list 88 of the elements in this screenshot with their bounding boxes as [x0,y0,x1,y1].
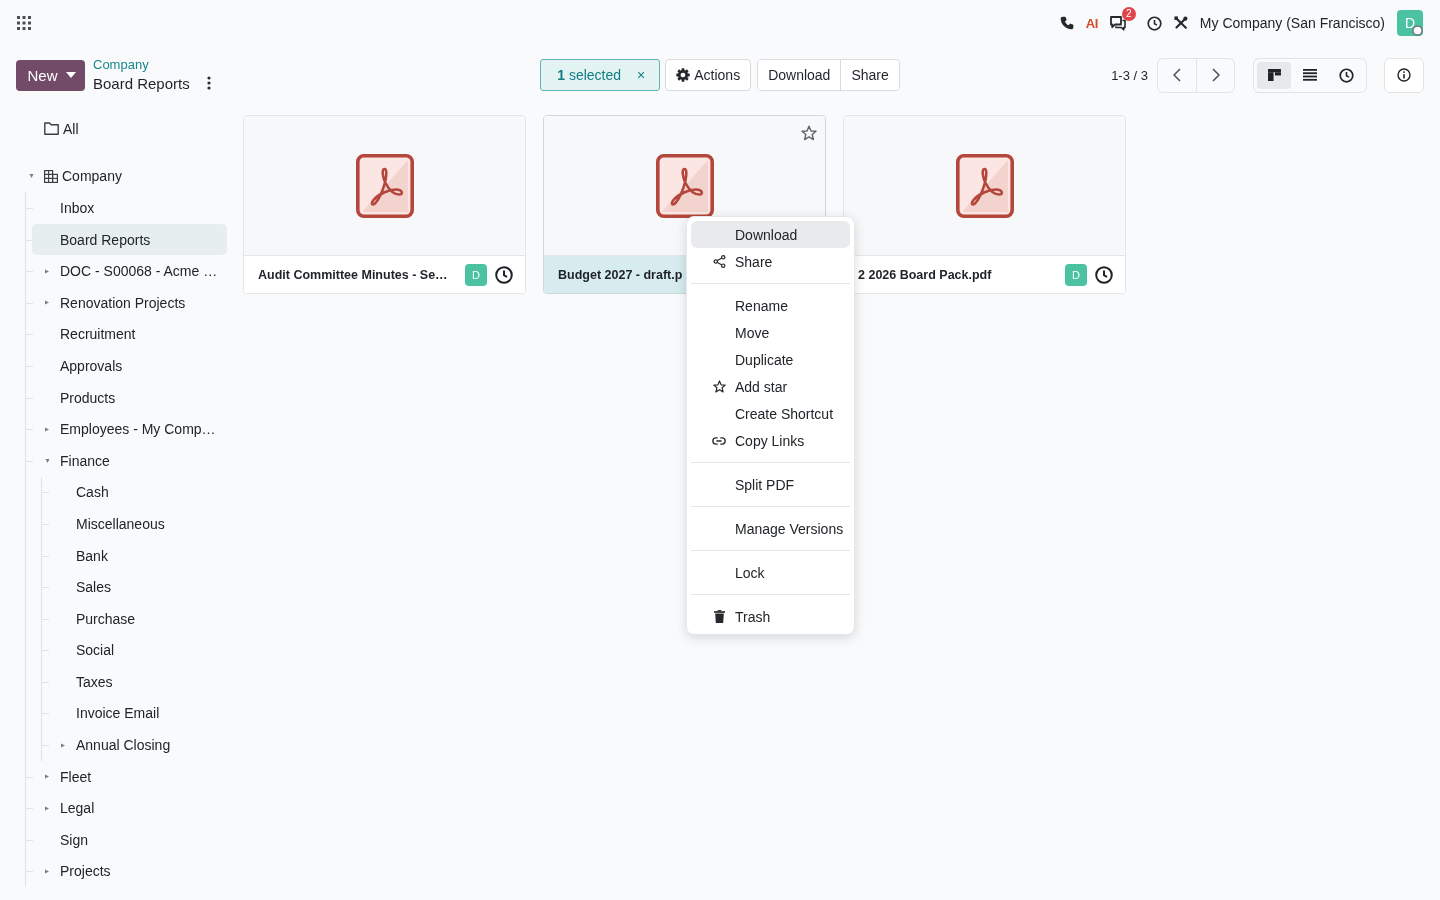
gear-icon [676,68,691,82]
share-icon [712,255,726,268]
caret-down-icon [65,72,76,78]
info-icon [1397,68,1411,82]
folder-item[interactable]: Products [32,381,227,414]
pager-value[interactable]: 1-3 / 3 [1111,67,1148,83]
caret-down-icon[interactable] [27,174,35,179]
menu-item[interactable]: Manage Versions [691,515,850,542]
breadcrumb-current: Board Reports [93,73,190,94]
menu-item[interactable]: Lock [691,559,850,586]
app-grid-icon[interactable] [17,16,31,30]
phone-icon[interactable] [1059,16,1074,30]
menu-item[interactable]: Rename [691,292,850,319]
folder-item[interactable]: Recruitment [32,318,227,351]
menu-item[interactable]: Move [691,319,850,346]
new-button[interactable]: New [16,59,85,91]
folder-item[interactable]: Taxes [48,666,227,698]
pdf-file-icon [655,153,714,218]
menu-item[interactable]: Split PDF [691,471,850,498]
link-icon [712,436,726,445]
folder-item[interactable]: Invoice Email [48,697,227,730]
caret-right-icon[interactable] [45,299,49,307]
caret-right-icon[interactable] [61,741,65,749]
caret-down-icon[interactable] [43,458,51,463]
clock-icon[interactable] [1095,265,1113,284]
company-switcher[interactable]: My Company (San Francisco) [1199,15,1385,31]
message-count-badge: 2 [1121,6,1136,21]
chat-icon[interactable] [1109,15,1126,31]
list-icon [1303,69,1317,81]
folder-item[interactable]: Finance [32,444,227,477]
trash-icon [713,610,725,623]
kebab-menu-icon[interactable] [206,76,211,90]
file-name: Audit Committee Minutes - Se… [258,267,448,282]
clear-selection-button[interactable]: × [631,67,652,83]
menu-item[interactable]: Trash [691,603,850,630]
kanban-icon [1267,69,1281,81]
menu-item[interactable]: Duplicate [691,346,850,373]
folder-item[interactable]: Bank [48,539,227,572]
folder-item[interactable]: Projects [32,855,227,888]
menu-item[interactable]: Copy Links [691,427,850,454]
chevron-left-icon [1173,68,1181,82]
chevron-right-icon [1211,68,1220,82]
info-button[interactable] [1384,57,1424,93]
file-name: 2 2026 Board Pack.pdf [858,267,992,282]
folder-item[interactable]: Employees - My Comp… [32,413,227,445]
folder-item[interactable]: Miscellaneous [48,508,227,540]
kanban-view-button[interactable] [1257,61,1291,89]
folder-item[interactable]: Fleet [32,760,227,793]
ai-label[interactable]: AI [1085,15,1098,31]
document-card[interactable]: 2 2026 Board Pack.pdf D [843,115,1126,294]
caret-right-icon[interactable] [45,425,49,433]
folder-item[interactable]: Social [48,634,227,667]
folder-item[interactable]: Legal [32,792,227,825]
menu-item[interactable]: Download [691,221,850,248]
star-outline-icon[interactable] [801,125,817,141]
building-icon [44,169,58,183]
clock-icon[interactable] [495,265,513,284]
caret-right-icon[interactable] [45,773,49,781]
folder-item[interactable]: Board Reports [32,223,227,256]
caret-right-icon[interactable] [45,867,49,875]
clock-icon[interactable] [1146,15,1162,31]
folder-item[interactable]: Approvals [32,350,227,382]
document-card[interactable]: Audit Committee Minutes - Se… D [243,115,526,294]
breadcrumb-link[interactable]: Company [93,56,149,73]
folder-item[interactable]: Sign [32,824,227,856]
folder-icon [44,122,59,136]
folder-item[interactable]: Inbox [32,192,227,224]
clock-icon [1338,67,1354,83]
caret-right-icon[interactable] [45,267,49,275]
selection-count: 1 selected [557,67,622,83]
pdf-file-icon [355,153,414,218]
toolbar-button[interactable]: Share [840,60,899,90]
menu-item[interactable]: Create Shortcut [691,400,850,427]
folder-item[interactable]: DOC - S00068 - Acme … [32,255,227,287]
folder-item[interactable]: Cash [48,476,227,509]
file-name: Budget 2027 - draft.p [558,267,683,282]
pdf-file-icon [955,153,1014,218]
folder-item[interactable]: Annual Closing [48,729,227,761]
all-folders-item[interactable]: All [16,113,227,145]
menu-item[interactable]: Add star [691,373,850,400]
caret-right-icon[interactable] [45,804,49,812]
star-outline-icon [712,380,726,393]
folder-item[interactable]: Purchase [48,602,227,635]
tools-icon[interactable] [1173,16,1188,30]
folder-item[interactable]: Sales [48,571,227,603]
folder-item[interactable]: Company [16,160,227,193]
folder-item[interactable]: Renovation Projects [32,286,227,319]
actions-button[interactable]: Actions [665,59,752,91]
